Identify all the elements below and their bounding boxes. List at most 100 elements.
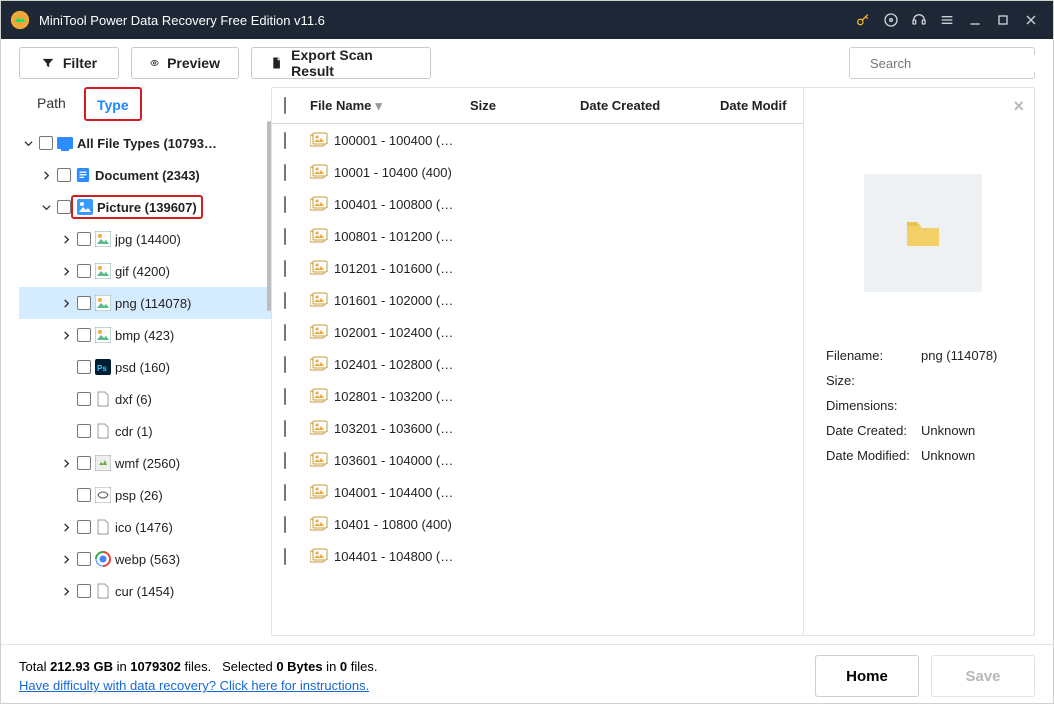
folder-group-icon [310, 132, 328, 148]
tree-item[interactable]: cdr (1) [19, 415, 271, 447]
checkbox[interactable] [284, 324, 286, 341]
checkbox[interactable] [284, 132, 286, 149]
label-size: Size: [826, 373, 921, 388]
file-name: 100801 - 101200 (… [334, 229, 803, 244]
col-date-modified[interactable]: Date Modif [720, 98, 803, 113]
file-row[interactable]: 103201 - 103600 (… [272, 412, 803, 444]
tree-picture-highlight: Picture (139607) [71, 195, 203, 219]
file-row[interactable]: 100401 - 100800 (… [272, 188, 803, 220]
checkbox[interactable] [77, 264, 91, 278]
file-row[interactable]: 100001 - 100400 (… [272, 124, 803, 156]
checkbox[interactable] [77, 392, 91, 406]
chevron-down-icon[interactable] [21, 139, 35, 148]
file-row[interactable]: 10001 - 10400 (400) [272, 156, 803, 188]
checkbox[interactable] [77, 488, 91, 502]
save-button[interactable]: Save [931, 655, 1035, 697]
chevron-right-icon[interactable] [39, 171, 53, 180]
checkbox[interactable] [57, 168, 71, 182]
checkbox[interactable] [77, 552, 91, 566]
chevron-right-icon[interactable] [59, 331, 73, 340]
tree-item[interactable]: webp (563) [19, 543, 271, 575]
file-row[interactable]: 102401 - 102800 (… [272, 348, 803, 380]
checkbox[interactable] [284, 228, 286, 245]
file-row[interactable]: 10401 - 10800 (400) [272, 508, 803, 540]
disc-icon[interactable] [877, 1, 905, 39]
checkbox[interactable] [284, 516, 286, 533]
checkbox[interactable] [284, 260, 286, 277]
maximize-icon[interactable] [989, 1, 1017, 39]
checkbox[interactable] [284, 292, 286, 309]
tree-item[interactable]: wmf (2560) [19, 447, 271, 479]
tab-type[interactable]: Type [84, 87, 142, 121]
checkbox[interactable] [77, 232, 91, 246]
chevron-right-icon[interactable] [59, 555, 73, 564]
file-row[interactable]: 102001 - 102400 (… [272, 316, 803, 348]
checkbox[interactable] [77, 296, 91, 310]
tree-document[interactable]: Document (2343) [19, 159, 271, 191]
checkbox[interactable] [77, 328, 91, 342]
tree-item[interactable]: gif (4200) [19, 255, 271, 287]
col-date-created[interactable]: Date Created [580, 98, 720, 113]
chevron-down-icon[interactable] [39, 203, 53, 212]
search-input[interactable] [868, 55, 1048, 72]
tree-root[interactable]: All File Types (10793… [19, 127, 271, 159]
checkbox[interactable] [284, 388, 286, 405]
chevron-right-icon[interactable] [59, 459, 73, 468]
file-row[interactable]: 102801 - 103200 (… [272, 380, 803, 412]
checkbox[interactable] [284, 164, 286, 181]
checkbox[interactable] [284, 452, 286, 469]
checkbox[interactable] [77, 360, 91, 374]
checkbox[interactable] [284, 196, 286, 213]
tree-item[interactable]: Pspsd (160) [19, 351, 271, 383]
col-file-name-label: File Name [310, 98, 371, 113]
tab-path[interactable]: Path [19, 87, 84, 121]
tree-scrollbar[interactable] [265, 121, 271, 636]
checkbox[interactable] [77, 520, 91, 534]
tree-item[interactable]: dxf (6) [19, 383, 271, 415]
tree-item[interactable]: bmp (423) [19, 319, 271, 351]
tree-picture[interactable]: Picture (139607) [19, 191, 271, 223]
tree-item[interactable]: cur (1454) [19, 575, 271, 607]
checkbox[interactable] [284, 548, 286, 565]
chevron-right-icon[interactable] [59, 587, 73, 596]
checkbox[interactable] [77, 456, 91, 470]
file-row[interactable]: 101601 - 102000 (… [272, 284, 803, 316]
checkbox[interactable] [77, 424, 91, 438]
checkbox[interactable] [284, 356, 286, 373]
checkbox[interactable] [57, 200, 71, 214]
home-button[interactable]: Home [815, 655, 919, 697]
chevron-right-icon[interactable] [59, 267, 73, 276]
preview-button[interactable]: Preview [131, 47, 239, 79]
file-row[interactable]: 101201 - 101600 (… [272, 252, 803, 284]
checkbox[interactable] [39, 136, 53, 150]
export-button[interactable]: Export Scan Result [251, 47, 431, 79]
select-all-checkbox[interactable] [284, 97, 286, 114]
tree-item[interactable]: psp (26) [19, 479, 271, 511]
preview-close-icon[interactable]: × [1013, 96, 1024, 117]
file-row[interactable]: 104001 - 104400 (… [272, 476, 803, 508]
tree-item[interactable]: png (114078) [19, 287, 271, 319]
chevron-right-icon[interactable] [59, 235, 73, 244]
menu-icon[interactable] [933, 1, 961, 39]
col-file-name[interactable]: File Name ▾ [310, 98, 470, 114]
minimize-icon[interactable] [961, 1, 989, 39]
chevron-right-icon[interactable] [59, 299, 73, 308]
search-box[interactable] [849, 47, 1035, 79]
chevron-right-icon[interactable] [59, 523, 73, 532]
file-row[interactable]: 104401 - 104800 (… [272, 540, 803, 572]
file-row[interactable]: 103601 - 104000 (… [272, 444, 803, 476]
filter-button[interactable]: Filter [19, 47, 119, 79]
help-link[interactable]: Have difficulty with data recovery? Clic… [19, 678, 377, 693]
col-size[interactable]: Size [470, 98, 580, 113]
filetype-icon [95, 263, 111, 279]
file-name: 104001 - 104400 (… [334, 485, 803, 500]
tree-item[interactable]: ico (1476) [19, 511, 271, 543]
close-icon[interactable] [1017, 1, 1045, 39]
checkbox[interactable] [77, 584, 91, 598]
checkbox[interactable] [284, 484, 286, 501]
checkbox[interactable] [284, 420, 286, 437]
upgrade-key-icon[interactable] [849, 1, 877, 39]
file-row[interactable]: 100801 - 101200 (… [272, 220, 803, 252]
tree-item[interactable]: jpg (14400) [19, 223, 271, 255]
support-icon[interactable] [905, 1, 933, 39]
